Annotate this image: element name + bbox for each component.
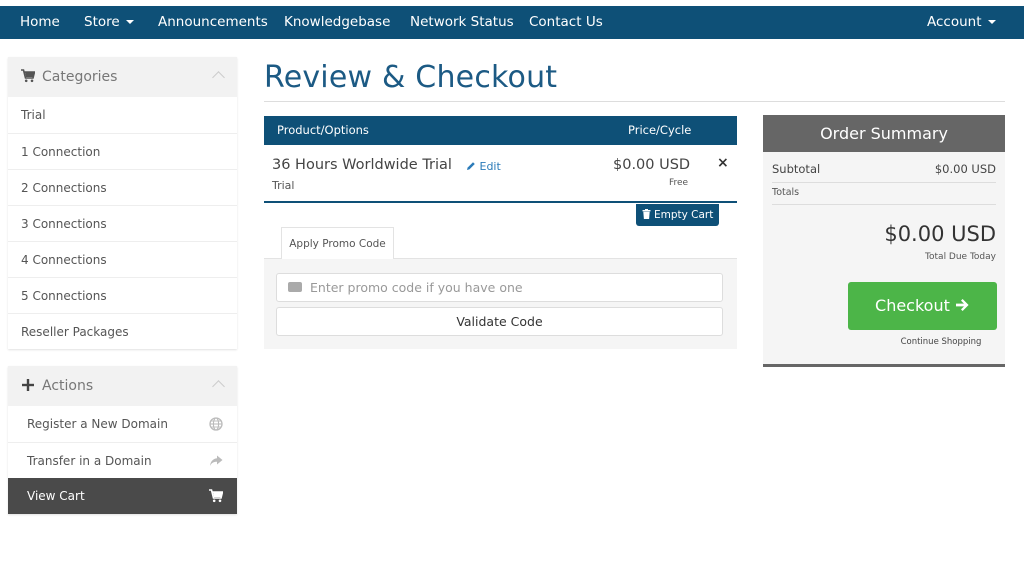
chevron-up-icon[interactable] <box>212 71 225 84</box>
cart-icon <box>209 489 223 503</box>
category-item-1-connection[interactable]: 1 Connection <box>8 133 237 169</box>
action-view-cart[interactable]: View Cart <box>8 478 237 514</box>
promo-code-placeholder: Enter promo code if you have one <box>310 280 523 295</box>
subtotal-value: $0.00 USD <box>934 162 996 176</box>
caret-down-icon <box>125 20 134 24</box>
action-transfer-domain[interactable]: Transfer in a Domain <box>8 442 237 478</box>
total-amount: $0.00 USD <box>884 222 996 246</box>
category-item-4-connections[interactable]: 4 Connections <box>8 241 237 277</box>
share-arrow-icon <box>210 455 223 466</box>
promo-code-input[interactable]: Enter promo code if you have one <box>276 273 723 302</box>
nav-network-status[interactable]: Network Status <box>410 6 514 39</box>
categories-title: Categories <box>42 69 118 85</box>
subtotal-label: Subtotal <box>772 162 821 176</box>
category-item-trial[interactable]: Trial <box>8 97 237 133</box>
nav-store-label: Store <box>84 14 120 30</box>
category-item-3-connections[interactable]: 3 Connections <box>8 205 237 241</box>
totals-label: Totals <box>772 187 800 198</box>
categories-panel: Categories Trial 1 Connection 2 Connecti… <box>8 57 237 349</box>
trash-icon <box>642 209 651 219</box>
category-item-2-connections[interactable]: 2 Connections <box>8 169 237 205</box>
remove-item-icon[interactable]: × <box>717 155 729 171</box>
total-due-label: Total Due Today <box>925 252 996 262</box>
action-label: Transfer in a Domain <box>27 454 152 468</box>
nav-knowledgebase[interactable]: Knowledgebase <box>284 6 390 39</box>
page-title: Review & Checkout <box>264 60 558 95</box>
checkout-label: Checkout <box>875 296 950 315</box>
category-item-5-connections[interactable]: 5 Connections <box>8 277 237 313</box>
validate-code-button[interactable]: Validate Code <box>276 307 723 336</box>
ticket-icon <box>288 282 302 292</box>
checkout-button[interactable]: Checkout <box>848 282 997 330</box>
nav-account[interactable]: Account <box>927 6 996 39</box>
category-item-reseller-packages[interactable]: Reseller Packages <box>8 313 237 349</box>
actions-panel: Actions Register a New Domain Transfer i… <box>8 366 237 514</box>
edit-link[interactable]: Edit <box>466 160 501 173</box>
tab-apply-promo-code[interactable]: Apply Promo Code <box>281 227 394 259</box>
product-price: $0.00 USD <box>613 157 691 173</box>
order-summary-title: Order Summary <box>763 115 1005 152</box>
nav-announcements[interactable]: Announcements <box>158 6 268 39</box>
actions-header[interactable]: Actions <box>8 366 237 406</box>
summary-divider <box>772 182 996 183</box>
cart-icon <box>21 69 35 83</box>
summary-divider <box>772 204 996 205</box>
nav-account-label: Account <box>927 14 982 30</box>
billing-cycle: Free <box>669 178 689 188</box>
categories-header[interactable]: Categories <box>8 57 237 97</box>
arrow-right-icon <box>955 299 969 311</box>
plus-icon <box>22 379 34 391</box>
nav-contact-us[interactable]: Contact Us <box>529 6 603 39</box>
column-header-product: Product/Options <box>277 123 369 137</box>
action-label: Register a New Domain <box>27 417 168 431</box>
product-name: 36 Hours Worldwide Trial <box>272 157 452 173</box>
chevron-up-icon[interactable] <box>212 380 225 393</box>
nav-home[interactable]: Home <box>20 6 60 39</box>
order-summary: Order Summary Subtotal $0.00 USD Totals … <box>763 115 1005 367</box>
continue-shopping-link[interactable]: Continue Shopping <box>886 337 996 347</box>
cart-table-header: Product/Options Price/Cycle <box>264 116 737 145</box>
actions-title: Actions <box>42 378 94 394</box>
column-header-price: Price/Cycle <box>628 123 692 137</box>
caret-down-icon <box>987 20 996 24</box>
cart-item-row: 36 Hours Worldwide Trial Edit Trial $0.0… <box>264 145 737 203</box>
action-register-domain[interactable]: Register a New Domain <box>8 406 237 442</box>
nav-store[interactable]: Store <box>84 6 134 39</box>
product-group: Trial <box>272 179 295 192</box>
empty-cart-button[interactable]: Empty Cart <box>636 204 719 226</box>
empty-cart-label: Empty Cart <box>653 209 714 221</box>
subtotal-row: Subtotal $0.00 USD <box>772 162 996 176</box>
top-navbar: Home Store Announcements Knowledgebase N… <box>0 6 1024 39</box>
action-label: View Cart <box>27 489 85 503</box>
edit-label: Edit <box>479 160 501 173</box>
globe-icon <box>209 417 223 431</box>
title-divider <box>264 101 1005 102</box>
pencil-icon <box>467 162 475 170</box>
